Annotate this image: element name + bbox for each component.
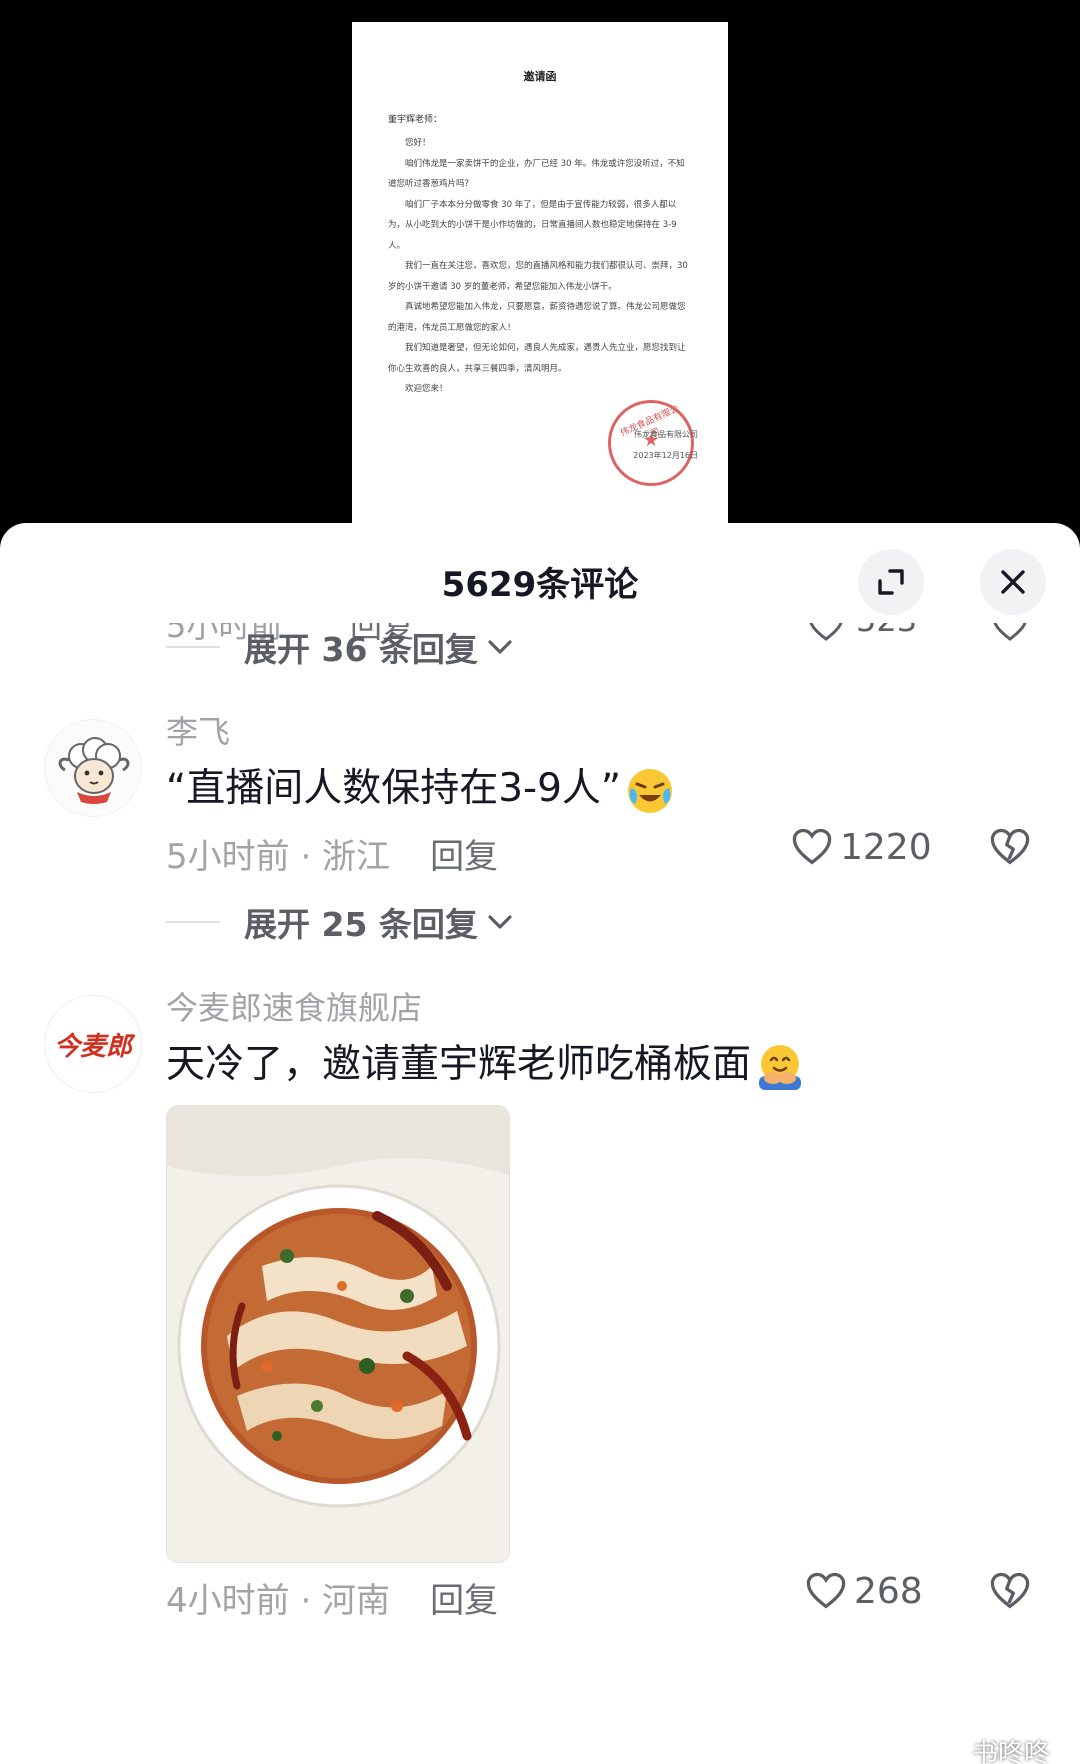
dislike-icon[interactable] [990, 623, 1030, 649]
comment-text: “直播间人数保持在3-9人” [166, 757, 675, 816]
avatar-logo-text: 今麦郎 [53, 1031, 132, 1062]
heart-icon [792, 828, 832, 865]
letter-paragraph: 咱们厂子本本分分做零食 30 年了，但是由于宣传能力较弱，很多人都以为，从小吃到… [388, 199, 677, 251]
noodle-bowl-photo[interactable] [166, 1105, 510, 1563]
reply-button[interactable]: 回复 [430, 1581, 498, 1621]
like-count: 1220 [840, 826, 932, 868]
sheep-avatar-icon [45, 720, 141, 816]
close-icon [1001, 570, 1025, 594]
sheet-header: 5629条评论 [0, 523, 1080, 631]
comment-time-location: 4小时前 · 河南 [166, 1581, 391, 1621]
reply-button[interactable]: 回复 [430, 837, 498, 877]
comment-sheet: 5629条评论 5小时前 回复 523 展开 [0, 523, 1080, 1764]
comment-text: 天冷了，邀请董宇辉老师吃桶板面 [166, 1033, 805, 1092]
like-button[interactable]: 268 [804, 1569, 923, 1613]
comment-meta: 4小时前 · 河南 回复 [166, 1573, 498, 1622]
avatar[interactable] [44, 719, 142, 817]
chevron-down-icon [488, 640, 512, 654]
expand-replies-25[interactable]: 展开 25 条回复 [166, 898, 514, 946]
close-button[interactable] [980, 549, 1046, 615]
letter-paragraph: 您好！ [405, 138, 431, 148]
fullscreen-button[interactable] [858, 549, 924, 615]
watermark-text: 书咚咚 [971, 1739, 1050, 1764]
letter-paragraph: 真诚地希望您能加入伟龙，只要愿意，薪资待遇您说了算。伟龙公司愿做您的港湾，伟龙员… [388, 302, 686, 333]
heart-icon[interactable] [806, 623, 846, 649]
expand-replies-36[interactable]: 展开 36 条回复 [166, 623, 514, 671]
expand-label: 展开 36 条回复 [244, 630, 478, 669]
watermark: 书咚咚 [929, 1733, 1050, 1764]
comment-time-location: 5小时前 · 浙江 [166, 837, 391, 877]
letter-paragraph: 我们知道是奢望，但无论如何，遇良人先成家，遇贵人先立业，愿您找到让你心生欢喜的良… [388, 343, 686, 374]
avatar[interactable]: 今麦郎 [44, 995, 142, 1093]
divider [166, 921, 220, 923]
heart-icon [806, 1572, 846, 1609]
comment-text-content: “直播间人数保持在3-9人” [166, 766, 622, 811]
fullscreen-icon [878, 569, 904, 595]
letter-date: 2023年12月16日 [633, 451, 698, 460]
comment-username[interactable]: 今麦郎速食旗舰店 [166, 983, 422, 1029]
letter-company: 伟龙食品有限公司 [634, 430, 698, 439]
letter-paragraph: 欢迎您来！ [405, 384, 448, 394]
chevron-down-icon [488, 915, 512, 929]
broken-heart-icon [990, 1572, 1030, 1609]
dislike-button[interactable] [988, 825, 1032, 873]
like-count: 268 [854, 1570, 923, 1612]
seal-text: 伟龙食品有限公司 [619, 404, 681, 440]
comment-text-content: 天冷了，邀请董宇辉老师吃桶板面 [166, 1042, 752, 1087]
laughing-crying-emoji-icon [628, 768, 673, 813]
noodle-bowl-image [167, 1106, 509, 1562]
scrolled-comment-meta: 5小时前 回复 523 [0, 623, 1080, 649]
comment-username[interactable]: 李飞 [166, 707, 230, 753]
hugging-emoji-icon [759, 1044, 802, 1090]
broken-heart-icon [990, 828, 1030, 865]
comment-meta: 5小时前 · 浙江 回复 [166, 829, 498, 878]
letter-paragraph: 咱们伟龙是一家卖饼干的企业，办厂已经 30 年。伟龙或许您没听过，不知道您听过香… [388, 158, 685, 190]
letter-greeting: 董宇辉老师： [388, 115, 443, 125]
invitation-letter-image: 邀请函 董宇辉老师： 您好！ 咱们伟龙是一家卖饼干的企业，办厂已经 30 年。伟… [352, 22, 728, 542]
divider [166, 646, 220, 648]
wechat-icon [929, 1738, 964, 1764]
expand-label: 展开 25 条回复 [244, 905, 478, 944]
dislike-button[interactable] [988, 1569, 1032, 1617]
like-button[interactable]: 1220 [790, 825, 932, 869]
company-seal: 伟龙食品有限公司 [608, 400, 694, 486]
letter-title: 邀请函 [523, 70, 557, 83]
letter-paragraph: 我们一直在关注您，喜欢您，您的直播风格和能力我们都很认可、崇拜，30 岁的小饼干… [388, 261, 688, 292]
like-count: 523 [856, 623, 917, 639]
